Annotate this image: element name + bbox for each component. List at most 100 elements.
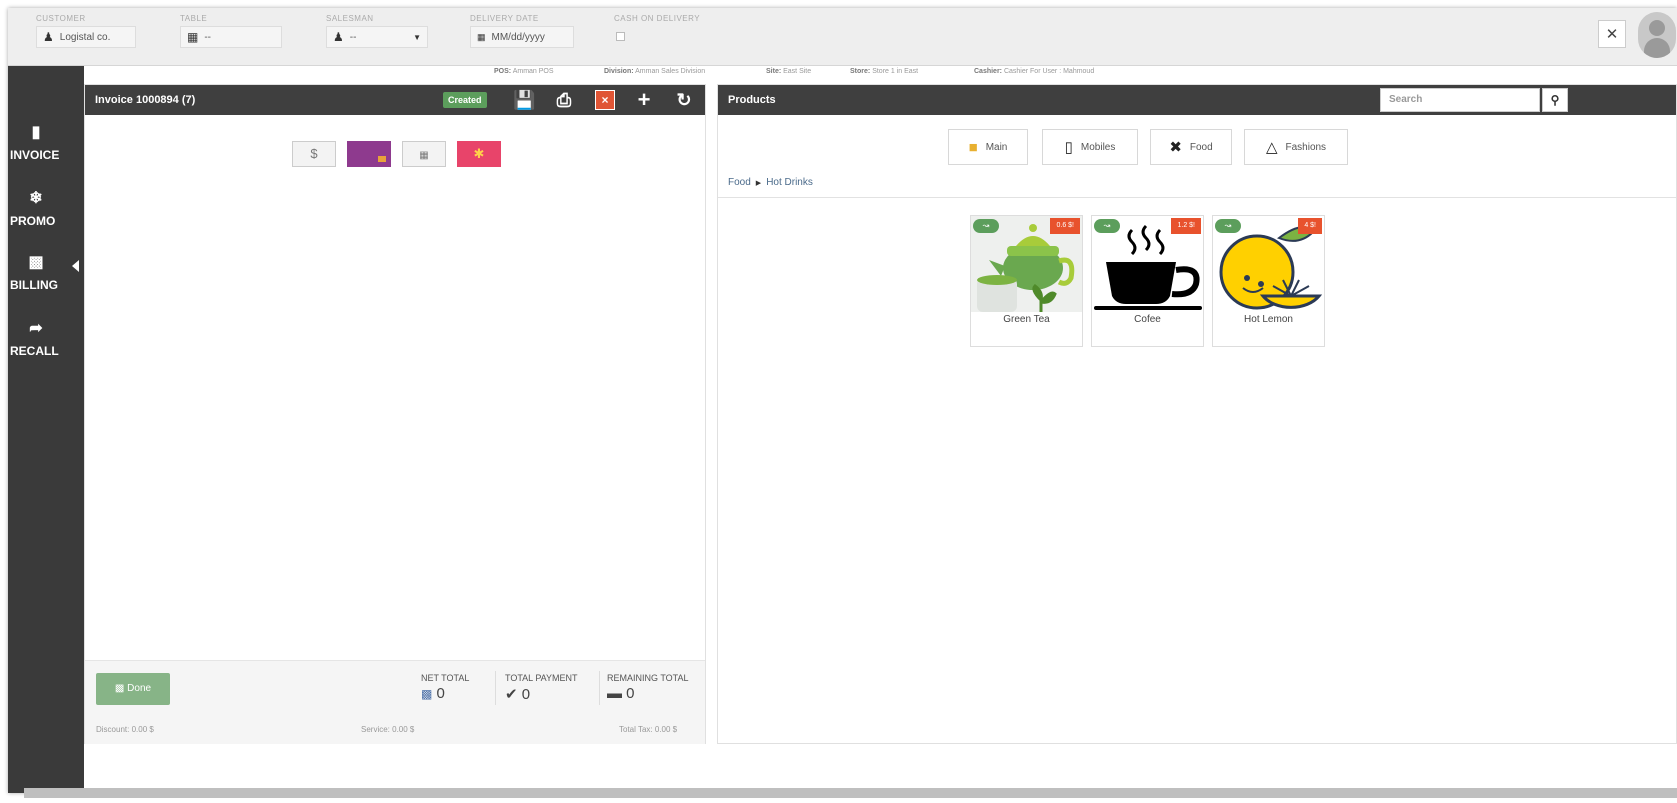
product-card-cofee[interactable]: ↝ 1.2 $! Cofee	[1091, 215, 1204, 347]
invoice-panel: Invoice 1000894 (7) Created 💾 ⎙ × + ↻ $ …	[84, 84, 706, 744]
price-badge: 1.2 $!	[1171, 218, 1201, 234]
snowflake-icon: ❄	[29, 190, 43, 207]
gift-card-payment-button[interactable]: ✱	[457, 141, 501, 167]
fullscreen-button[interactable]: ✕	[1598, 20, 1626, 48]
done-button[interactable]: ▩ Done	[96, 673, 170, 705]
credit-card-payment-button[interactable]	[347, 141, 391, 167]
cash-icon: $	[310, 146, 318, 161]
money-icon: ▩	[28, 254, 44, 271]
save-icon[interactable]: 💾	[513, 89, 535, 111]
remaining-total-value: 0	[626, 685, 635, 702]
minus-icon: ▬	[607, 685, 622, 702]
category-label: Fashions	[1285, 141, 1327, 153]
sidebar-item-label: RECALL	[10, 344, 59, 358]
table-select[interactable]: ▦ --	[180, 26, 282, 48]
mobile-icon: ▯	[1064, 139, 1073, 156]
top-bar: CUSTOMER ♟ Logistal co. TABLE ▦ -- SALES…	[8, 8, 1677, 66]
done-label: Done	[127, 683, 152, 694]
user-icon: ♟	[43, 30, 54, 44]
category-label: Main	[985, 141, 1008, 153]
search-button[interactable]: ⚲	[1542, 88, 1568, 112]
net-total-label: NET TOTAL	[421, 673, 470, 683]
table-label: TABLE	[180, 14, 208, 23]
cash-payment-button[interactable]: $	[292, 141, 336, 167]
cash-on-delivery-checkbox[interactable]	[616, 32, 625, 41]
sidebar: ▮ INVOICE ❄ PROMO ▩ BILLING ➦ RECALL	[8, 66, 84, 793]
product-search-input[interactable]: Search	[1380, 88, 1540, 112]
sidebar-item-billing[interactable]: ▩ BILLING	[8, 252, 84, 292]
price-badge: 0.6 $!	[1050, 218, 1080, 234]
breadcrumb-food[interactable]: Food	[728, 177, 751, 188]
total-payment-label: TOTAL PAYMENT	[505, 673, 578, 683]
search-icon: ⚲	[1550, 93, 1560, 107]
remaining-total: REMAINING TOTAL ▬ 0	[607, 673, 689, 702]
customer-value: Logistal co.	[59, 31, 111, 43]
avatar[interactable]	[1638, 12, 1676, 58]
window-shadow	[24, 788, 1677, 798]
invoice-footer: ▩ Done NET TOTAL ▩ 0 TOTAL PAYMENT ✔ 0 R…	[85, 660, 705, 744]
discount-text: Discount: 0.00 $	[96, 725, 154, 734]
invoice-header: Invoice 1000894 (7) Created 💾 ⎙ × + ↻	[85, 85, 705, 115]
voucher-icon: ▦	[419, 150, 429, 161]
sidebar-item-label: PROMO	[10, 214, 56, 228]
breadcrumb-hot-drinks[interactable]: Hot Drinks	[766, 177, 813, 188]
customer-select[interactable]: ♟ Logistal co.	[36, 26, 136, 48]
sidebar-item-invoice[interactable]: ▮ INVOICE	[8, 122, 84, 162]
hanger-icon: △	[1265, 139, 1278, 156]
cashier-info: Cashier: Cashier For User : Mahmoud	[974, 68, 1095, 75]
delivery-date-placeholder: MM/dd/yyyy	[491, 31, 545, 43]
division-info: Division: Amman Sales Division	[604, 68, 706, 75]
add-icon[interactable]: +	[633, 89, 655, 111]
cutlery-icon: ✖	[1169, 139, 1182, 156]
caret-down-icon: ▼	[413, 32, 421, 42]
pos-window: CUSTOMER ♟ Logistal co. TABLE ▦ -- SALES…	[8, 8, 1677, 793]
category-food[interactable]: ✖ Food	[1150, 129, 1232, 165]
cancel-button[interactable]: ×	[595, 90, 615, 110]
session-info-bar: POS: Amman POS Division: Amman Sales Div…	[8, 66, 1677, 78]
money-icon: ▩	[114, 683, 125, 694]
status-badge: Created	[443, 92, 487, 108]
share-icon: ➦	[29, 320, 43, 337]
category-label: Mobiles	[1080, 141, 1116, 153]
delivery-date-input[interactable]: ▦ MM/dd/yyyy	[470, 26, 574, 48]
category-main[interactable]: ■ Main	[948, 129, 1028, 165]
total-tax-text: Total Tax: 0.00 $	[619, 725, 678, 734]
calendar-icon: ▦	[477, 31, 486, 42]
breadcrumb: Food ▶ Hot Drinks	[728, 177, 813, 188]
discount-tag-icon: ↝	[973, 219, 999, 233]
table-value: --	[204, 31, 212, 43]
products-header: Products Search ⚲	[718, 85, 1676, 115]
salesman-select[interactable]: ♟ -- ▼	[326, 26, 428, 48]
salesman-field: SALESMAN ♟ -- ▼	[326, 14, 428, 48]
discount-tag-icon: ↝	[1094, 219, 1120, 233]
product-name: Green Tea	[1003, 314, 1050, 325]
category-label: Food	[1189, 141, 1213, 153]
store-info: Store: Store 1 in East	[850, 68, 919, 75]
discount-tag-icon: ↝	[1215, 219, 1241, 233]
box-icon: ■	[968, 138, 978, 156]
table-icon: ▦	[187, 30, 199, 44]
sidebar-item-label: INVOICE	[10, 148, 60, 162]
user-icon: ♟	[333, 30, 344, 44]
site-info: Site: East Site	[766, 68, 812, 75]
category-fashions[interactable]: △ Fashions	[1244, 129, 1348, 165]
product-card-hot-lemon[interactable]: ↝ 4 $! Hot Lemon	[1212, 215, 1325, 347]
product-name: Hot Lemon	[1244, 314, 1293, 325]
table-field: TABLE ▦ --	[180, 14, 282, 48]
delivery-date-field: DELIVERY DATE ▦ MM/dd/yyyy	[470, 14, 574, 48]
total-payment-value: 0	[521, 686, 531, 703]
product-card-green-tea[interactable]: ↝ 0.6 $! Green Tea	[970, 215, 1083, 347]
sidebar-item-promo[interactable]: ❄ PROMO	[8, 188, 84, 228]
sidebar-item-label: BILLING	[10, 278, 58, 292]
category-mobiles[interactable]: ▯ Mobiles	[1042, 129, 1138, 165]
credit-card-icon	[378, 156, 386, 162]
total-payment: TOTAL PAYMENT ✔ 0	[505, 673, 578, 703]
cash-on-delivery-label: CASH ON DELIVERY	[614, 14, 701, 23]
refresh-icon[interactable]: ↻	[673, 89, 695, 111]
sidebar-item-recall[interactable]: ➦ RECALL	[8, 318, 84, 358]
print-icon[interactable]: ⎙	[553, 89, 575, 111]
customer-label: CUSTOMER	[36, 14, 86, 23]
products-title: Products	[728, 94, 776, 106]
remaining-total-label: REMAINING TOTAL	[607, 673, 689, 683]
voucher-payment-button[interactable]: ▦	[402, 141, 446, 167]
